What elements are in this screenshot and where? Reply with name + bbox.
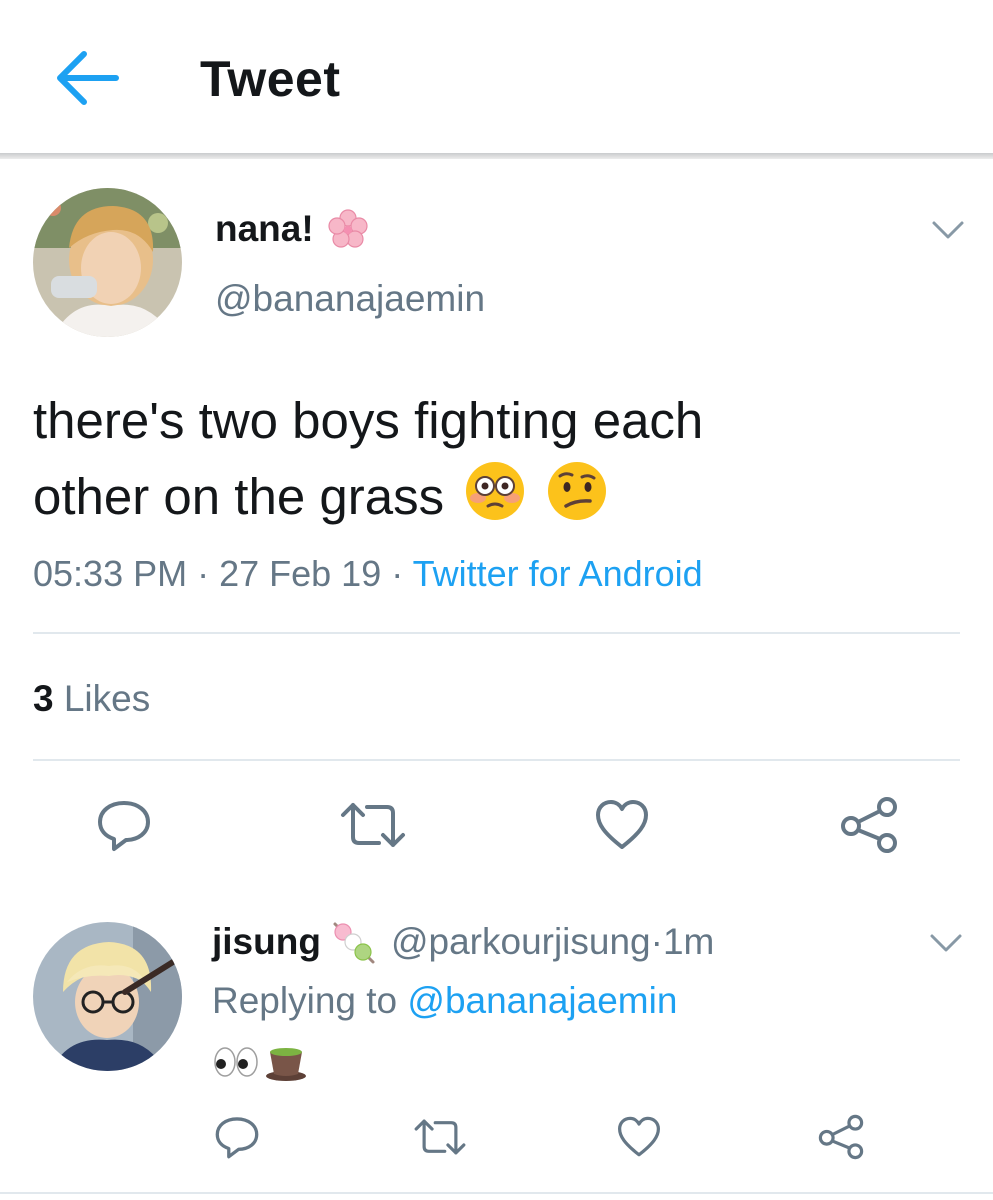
share-icon [818, 1114, 864, 1160]
share-button[interactable] [838, 795, 900, 855]
speech-bubble-icon [215, 1117, 259, 1159]
heart-icon [596, 800, 648, 849]
tweet-source-link[interactable]: Twitter for Android [413, 553, 703, 594]
author-avatar[interactable] [33, 188, 182, 337]
likes-count-link[interactable]: 3 Likes [33, 678, 150, 720]
share-icon [841, 797, 897, 853]
meta-separator: · [381, 553, 413, 594]
reply-author-name[interactable]: jisung [212, 921, 321, 963]
like-button[interactable] [592, 795, 652, 855]
tweet-time: 05:33 PM [33, 553, 188, 594]
back-button[interactable] [52, 45, 124, 111]
reply-reply-button[interactable] [212, 1112, 262, 1162]
likes-number: 3 [33, 678, 54, 719]
speech-bubble-icon [98, 801, 150, 851]
author-name: nana! [215, 208, 314, 249]
confused-face-emoji-icon [548, 462, 607, 520]
eyes-emoji-icon [214, 1047, 258, 1077]
retweet-icon [414, 1119, 466, 1155]
reply-time: 1m [662, 921, 715, 962]
replying-prefix: Replying to [212, 980, 408, 1021]
tweet-menu-button[interactable] [930, 218, 966, 242]
divider [33, 759, 960, 761]
chevron-down-icon [932, 221, 964, 239]
tweet-text-line-1: there's two boys fighting each [33, 392, 704, 449]
retweet-icon [341, 803, 405, 847]
reply-text [212, 1042, 308, 1082]
flushed-face-emoji-icon [466, 462, 525, 520]
reply-like-button[interactable] [614, 1112, 664, 1162]
arrow-left-icon [57, 51, 119, 105]
reply-author-avatar[interactable] [33, 922, 182, 1071]
meta-separator: · [187, 553, 220, 594]
author-handle[interactable]: @bananajaemin [215, 278, 485, 320]
heart-icon [618, 1116, 660, 1157]
top-bar: Tweet [0, 0, 993, 155]
reply-dot: · [650, 921, 663, 962]
reply-retweet-button[interactable] [412, 1112, 468, 1162]
dango-icon [333, 922, 375, 964]
chevron-down-icon [930, 934, 962, 952]
reply-button[interactable] [94, 795, 154, 855]
top-bar-divider [0, 153, 993, 159]
tweet-date: 27 Feb 19 [219, 553, 382, 594]
likes-label: Likes [63, 678, 151, 719]
page-title: Tweet [200, 51, 341, 107]
retweet-button[interactable] [338, 795, 408, 855]
tweet-text-line-2-words: other on the grass [33, 468, 445, 525]
tea-cup-emoji-icon [266, 1048, 306, 1081]
replying-to-line: Replying to @bananajaemin [212, 980, 677, 1022]
reply-author-handle[interactable]: @parkourjisung [391, 921, 651, 963]
replying-to-link[interactable]: @bananajaemin [407, 980, 677, 1021]
bottom-divider [0, 1192, 993, 1194]
author-name-row[interactable]: nana! [215, 208, 368, 250]
divider [33, 632, 960, 634]
tweet-text-line-2: other on the grass [33, 459, 933, 535]
tweet-text: there's two boys fighting each other on … [33, 383, 933, 535]
reply-header: jisung @parkourjisung · 1m [212, 918, 714, 966]
reply-menu-button[interactable] [928, 931, 964, 955]
tweet-meta: 05:33 PM · 27 Feb 19 · Twitter for Andro… [33, 553, 703, 595]
cherry-blossom-icon [328, 209, 368, 248]
reply-share-button[interactable] [815, 1112, 867, 1162]
